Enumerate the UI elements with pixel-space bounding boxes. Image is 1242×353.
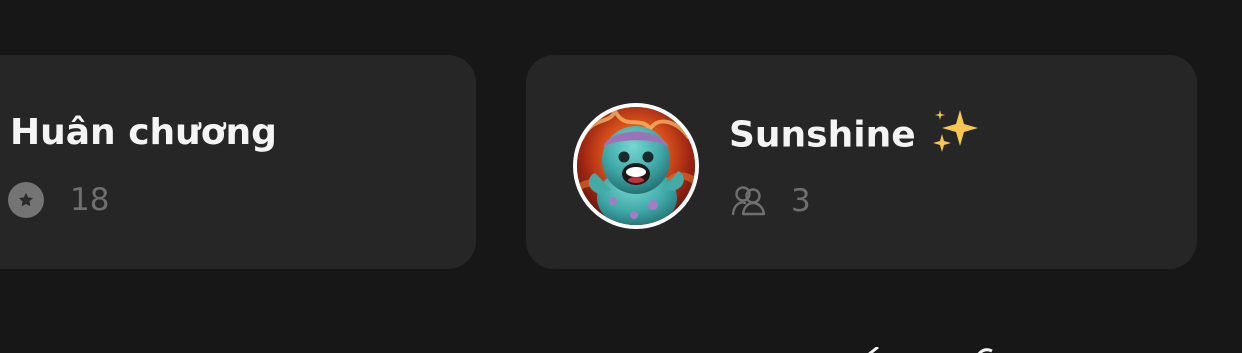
cropped-top-text-fragment bbox=[62, 0, 108, 8]
sunshine-title-wrap: Sunshine bbox=[729, 108, 980, 165]
sparkles-icon bbox=[930, 108, 980, 165]
sunshine-avatar bbox=[573, 103, 699, 229]
badges-card-title: Huân chương bbox=[10, 112, 277, 153]
sunshine-meta: 3 bbox=[729, 182, 811, 220]
club-cards-screen: Huân chương 18 Sunshine 3 bbox=[0, 0, 1242, 353]
badges-meta: 18 bbox=[8, 182, 109, 218]
badges-count: 18 bbox=[70, 182, 110, 218]
members-icon bbox=[729, 182, 767, 220]
badges-card[interactable]: Huân chương 18 bbox=[0, 55, 476, 269]
sunshine-card-title: Sunshine bbox=[729, 114, 916, 156]
star-badge-icon bbox=[8, 182, 44, 218]
sunshine-member-count: 3 bbox=[791, 183, 811, 219]
cropped-bottom-fragment bbox=[848, 344, 1008, 353]
